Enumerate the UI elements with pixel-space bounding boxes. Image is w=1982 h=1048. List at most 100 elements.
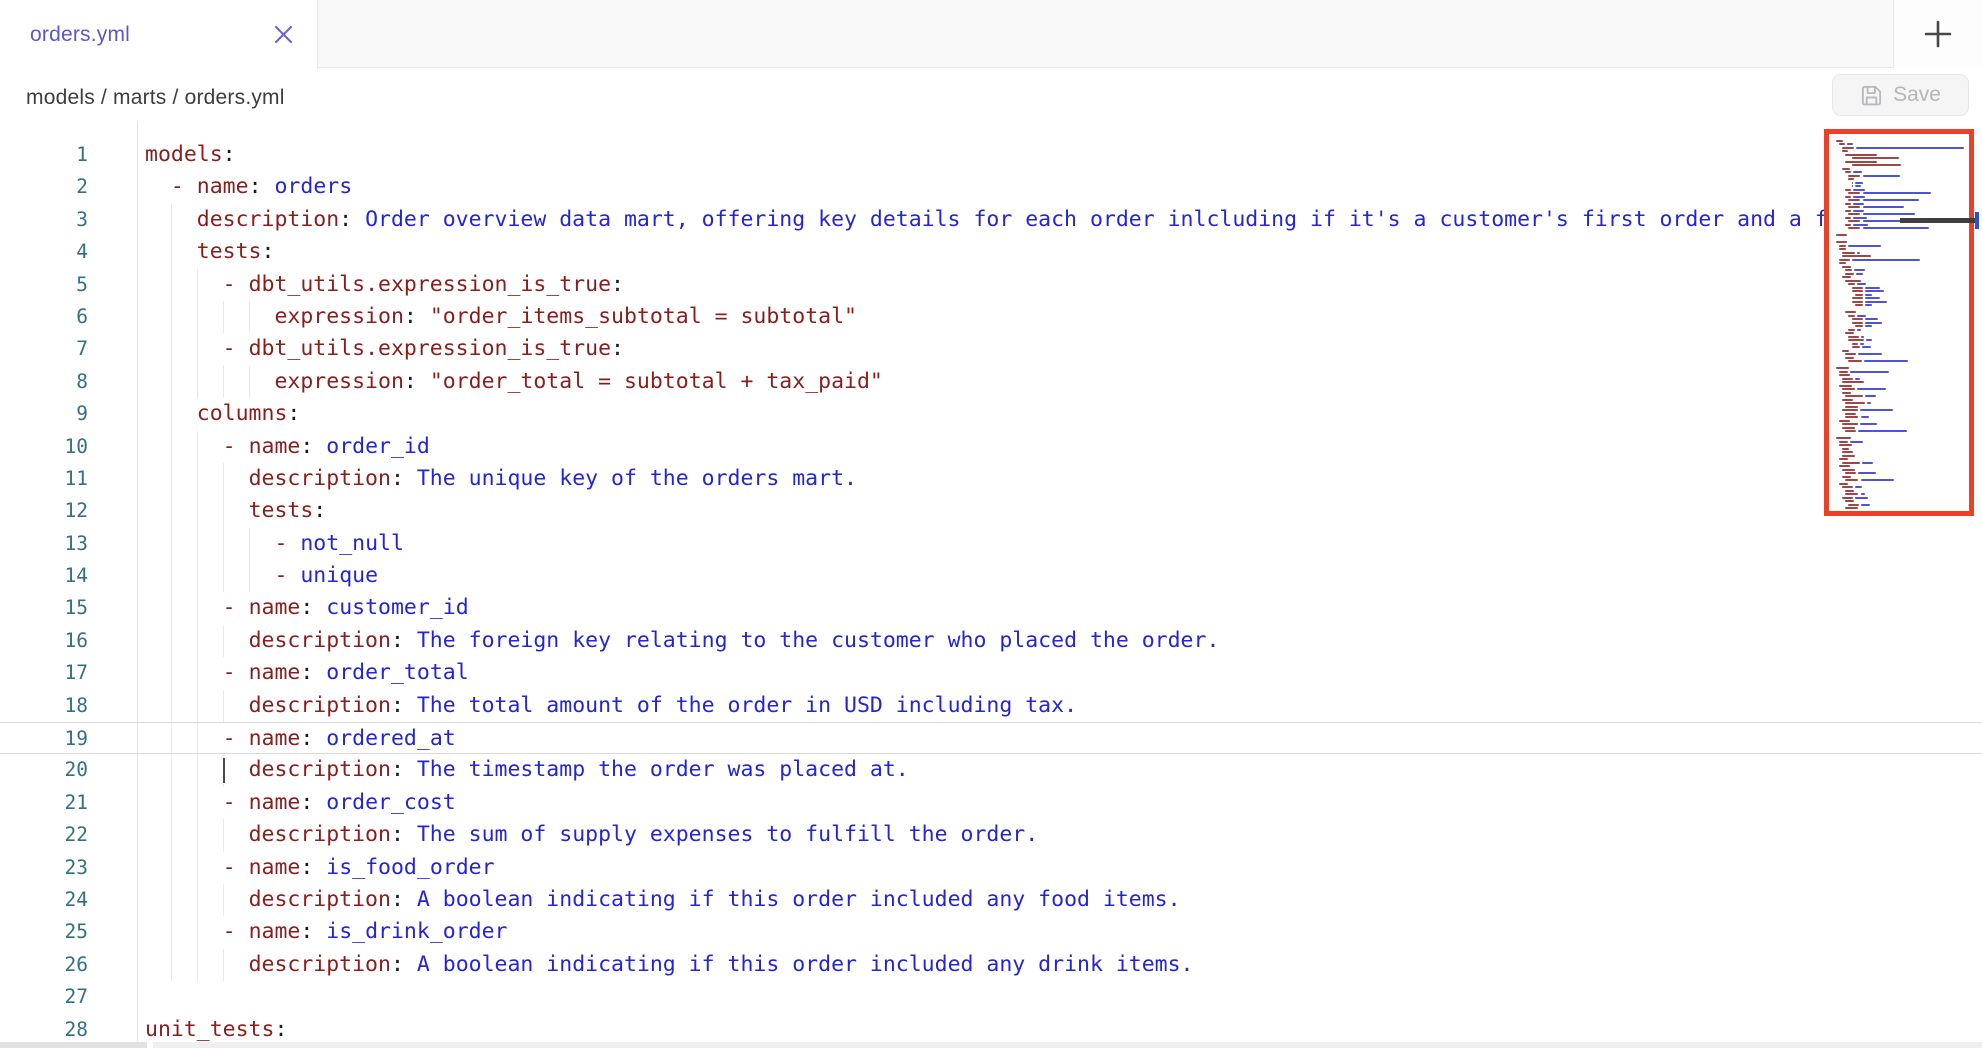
- code-text: - dbt_utils.expression_is_true:: [145, 269, 624, 301]
- code-line[interactable]: 20 description: The timestamp the order …: [0, 754, 1982, 786]
- minimap[interactable]: [1829, 134, 1969, 511]
- code-line[interactable]: 5 - dbt_utils.expression_is_true:: [0, 269, 1982, 301]
- horizontal-scrollbar[interactable]: [0, 1042, 1982, 1048]
- code-line[interactable]: 1 models:: [0, 139, 1982, 171]
- code-line[interactable]: 18 description: The total amount of the …: [0, 690, 1982, 722]
- code-lines[interactable]: 1models:2 - name: orders3 description: O…: [0, 139, 1982, 1046]
- code-line[interactable]: 27: [0, 981, 1982, 1013]
- code-text: - not_null: [145, 528, 404, 560]
- x-icon: [274, 25, 293, 44]
- line-number: 24: [0, 884, 88, 916]
- code-text: description: The sum of supply expenses …: [145, 819, 1038, 851]
- line-number: 1: [0, 139, 88, 171]
- scrollbar-cursor-marker: [1975, 212, 1979, 229]
- line-number: 17: [0, 657, 88, 689]
- code-text: tests:: [145, 236, 274, 268]
- code-line[interactable]: 25 - name: is_drink_order: [0, 916, 1982, 948]
- new-tab-button[interactable]: [1893, 0, 1982, 68]
- save-button[interactable]: Save: [1832, 74, 1969, 116]
- code-text: - name: order_total: [145, 657, 469, 689]
- code-text: - unique: [145, 560, 378, 592]
- line-number: 14: [0, 560, 88, 592]
- code-line[interactable]: 21 - name: order_cost: [0, 787, 1982, 819]
- code-text: - name: is_drink_order: [145, 916, 507, 948]
- code-line[interactable]: 22 description: The sum of supply expens…: [0, 819, 1982, 851]
- line-number: 8: [0, 366, 88, 398]
- plus-icon: [1923, 19, 1953, 49]
- code-text: description: The foreign key relating to…: [145, 625, 1219, 657]
- code-text: description: The timestamp the order was…: [145, 754, 909, 786]
- code-line[interactable]: 12 tests:: [0, 495, 1982, 527]
- code-line[interactable]: 6 expression: "order_items_subtotal = su…: [0, 301, 1982, 333]
- code-line[interactable]: 3 description: Order overview data mart,…: [0, 204, 1982, 236]
- code-line[interactable]: 8 expression: "order_total = subtotal + …: [0, 366, 1982, 398]
- code-line[interactable]: 19 - name: ordered_at: [0, 722, 1982, 754]
- code-text: description: The total amount of the ord…: [145, 690, 1077, 722]
- code-text: description: A boolean indicating if thi…: [145, 949, 1194, 981]
- code-text: - name: is_food_order: [145, 852, 495, 884]
- line-number: 25: [0, 916, 88, 948]
- code-line[interactable]: 16 description: The foreign key relating…: [0, 625, 1982, 657]
- line-number: 18: [0, 690, 88, 722]
- line-number: 5: [0, 269, 88, 301]
- code-text: models:: [145, 139, 236, 171]
- line-number: 13: [0, 528, 88, 560]
- code-line[interactable]: 26 description: A boolean indicating if …: [0, 949, 1982, 981]
- line-number: 27: [0, 981, 88, 1013]
- code-text: description: A boolean indicating if thi…: [145, 884, 1181, 916]
- tab-orders-yml[interactable]: orders.yml: [0, 0, 318, 69]
- code-line[interactable]: 24 description: A boolean indicating if …: [0, 884, 1982, 916]
- line-number: 6: [0, 301, 88, 333]
- code-text: expression: "order_items_subtotal = subt…: [145, 301, 857, 333]
- floppy-disk-icon: [1860, 84, 1883, 107]
- save-label: Save: [1893, 83, 1941, 107]
- minimap-highlight-border[interactable]: [1824, 129, 1974, 516]
- code-text: - name: order_cost: [145, 787, 456, 819]
- code-editor[interactable]: 1models:2 - name: orders3 description: O…: [0, 118, 1982, 1048]
- tab-title: orders.yml: [30, 23, 130, 47]
- code-text: expression: "order_total = subtotal + ta…: [145, 366, 883, 398]
- code-line[interactable]: 11 description: The unique key of the or…: [0, 463, 1982, 495]
- code-text: columns:: [145, 398, 300, 430]
- code-line[interactable]: 7 - dbt_utils.expression_is_true:: [0, 333, 1982, 365]
- code-line[interactable]: 23 - name: is_food_order: [0, 852, 1982, 884]
- line-number: 11: [0, 463, 88, 495]
- code-line[interactable]: 2 - name: orders: [0, 171, 1982, 203]
- code-text: description: The unique key of the order…: [145, 463, 857, 495]
- line-number: 12: [0, 495, 88, 527]
- minimap-line: [1836, 510, 1969, 514]
- line-number: 16: [0, 625, 88, 657]
- code-line[interactable]: 14 - unique: [0, 560, 1982, 592]
- line-number: 2: [0, 171, 88, 203]
- line-number: 10: [0, 431, 88, 463]
- scrollbar-notch: [147, 1042, 153, 1048]
- line-number: 23: [0, 852, 88, 884]
- minimap-resize-handle[interactable]: [1900, 218, 1977, 223]
- tab-close-button[interactable]: [274, 25, 293, 44]
- code-text: - name: orders: [145, 171, 352, 203]
- code-text: - name: order_id: [145, 431, 430, 463]
- line-number: 26: [0, 949, 88, 981]
- code-line[interactable]: 17 - name: order_total: [0, 657, 1982, 689]
- line-number: 22: [0, 819, 88, 851]
- code-line[interactable]: 13 - not_null: [0, 528, 1982, 560]
- code-text: - name: ordered_at: [145, 723, 456, 755]
- line-number: 20: [0, 754, 88, 786]
- code-text: - name: customer_id: [145, 592, 469, 624]
- line-number: 7: [0, 333, 88, 365]
- code-line[interactable]: 9 columns:: [0, 398, 1982, 430]
- code-line[interactable]: 4 tests:: [0, 236, 1982, 268]
- line-number: 9: [0, 398, 88, 430]
- code-line[interactable]: 15 - name: customer_id: [0, 592, 1982, 624]
- line-number: 15: [0, 592, 88, 624]
- line-number: 4: [0, 236, 88, 268]
- code-line[interactable]: 10 - name: order_id: [0, 431, 1982, 463]
- line-number: 21: [0, 787, 88, 819]
- breadcrumb: models / marts / orders.yml: [26, 86, 285, 110]
- code-text: tests:: [145, 495, 326, 527]
- line-number: 3: [0, 204, 88, 236]
- code-text: - dbt_utils.expression_is_true:: [145, 333, 624, 365]
- horizontal-scrollbar-thumb[interactable]: [0, 1042, 147, 1048]
- code-text: description: Order overview data mart, o…: [145, 204, 1841, 236]
- text-caret: [223, 758, 226, 783]
